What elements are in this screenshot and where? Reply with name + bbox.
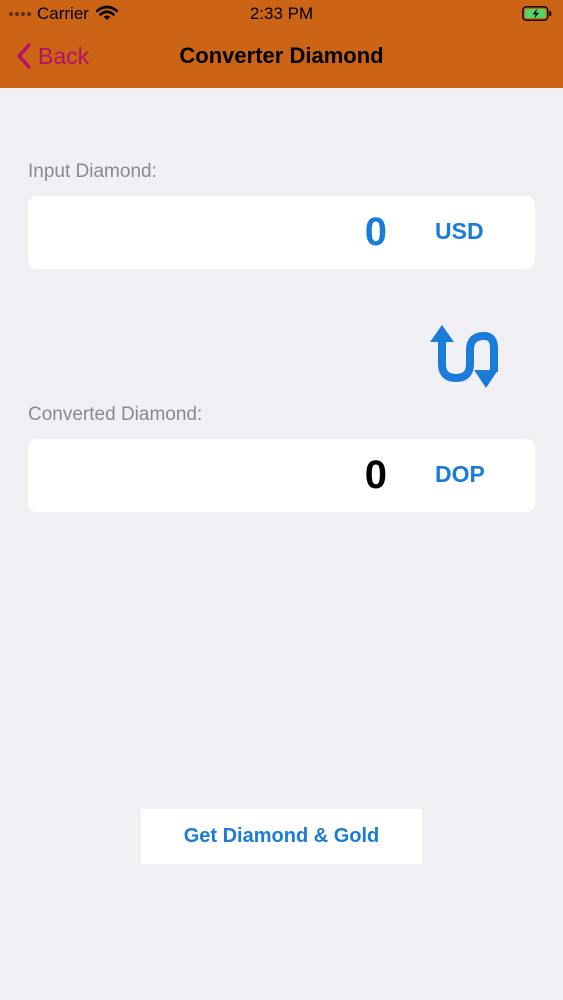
- converted-diamond-label: Converted Diamond:: [28, 404, 203, 425]
- input-amount[interactable]: 0: [365, 208, 387, 256]
- clock: 2:33 PM: [249, 4, 314, 23]
- get-diamond-gold-button[interactable]: Get Diamond & Gold: [141, 809, 422, 864]
- status-bar: Carrier 2:33 PM: [0, 0, 563, 28]
- input-diamond-label: Input Diamond:: [28, 161, 157, 182]
- converted-card: 0 DOP: [28, 439, 535, 512]
- swap-arrows-icon[interactable]: [428, 322, 498, 392]
- output-currency-button[interactable]: DOP: [435, 461, 485, 488]
- input-currency-button[interactable]: USD: [435, 218, 484, 245]
- input-card[interactable]: 0 USD: [28, 196, 535, 269]
- nav-bar: Back Converter Diamond: [0, 28, 563, 88]
- battery-icon: [522, 6, 552, 21]
- converted-amount: 0: [364, 453, 387, 497]
- navigation-header: Carrier 2:33 PM Back Converter Diamond: [0, 0, 563, 88]
- page-title: Converter Diamond: [179, 43, 384, 68]
